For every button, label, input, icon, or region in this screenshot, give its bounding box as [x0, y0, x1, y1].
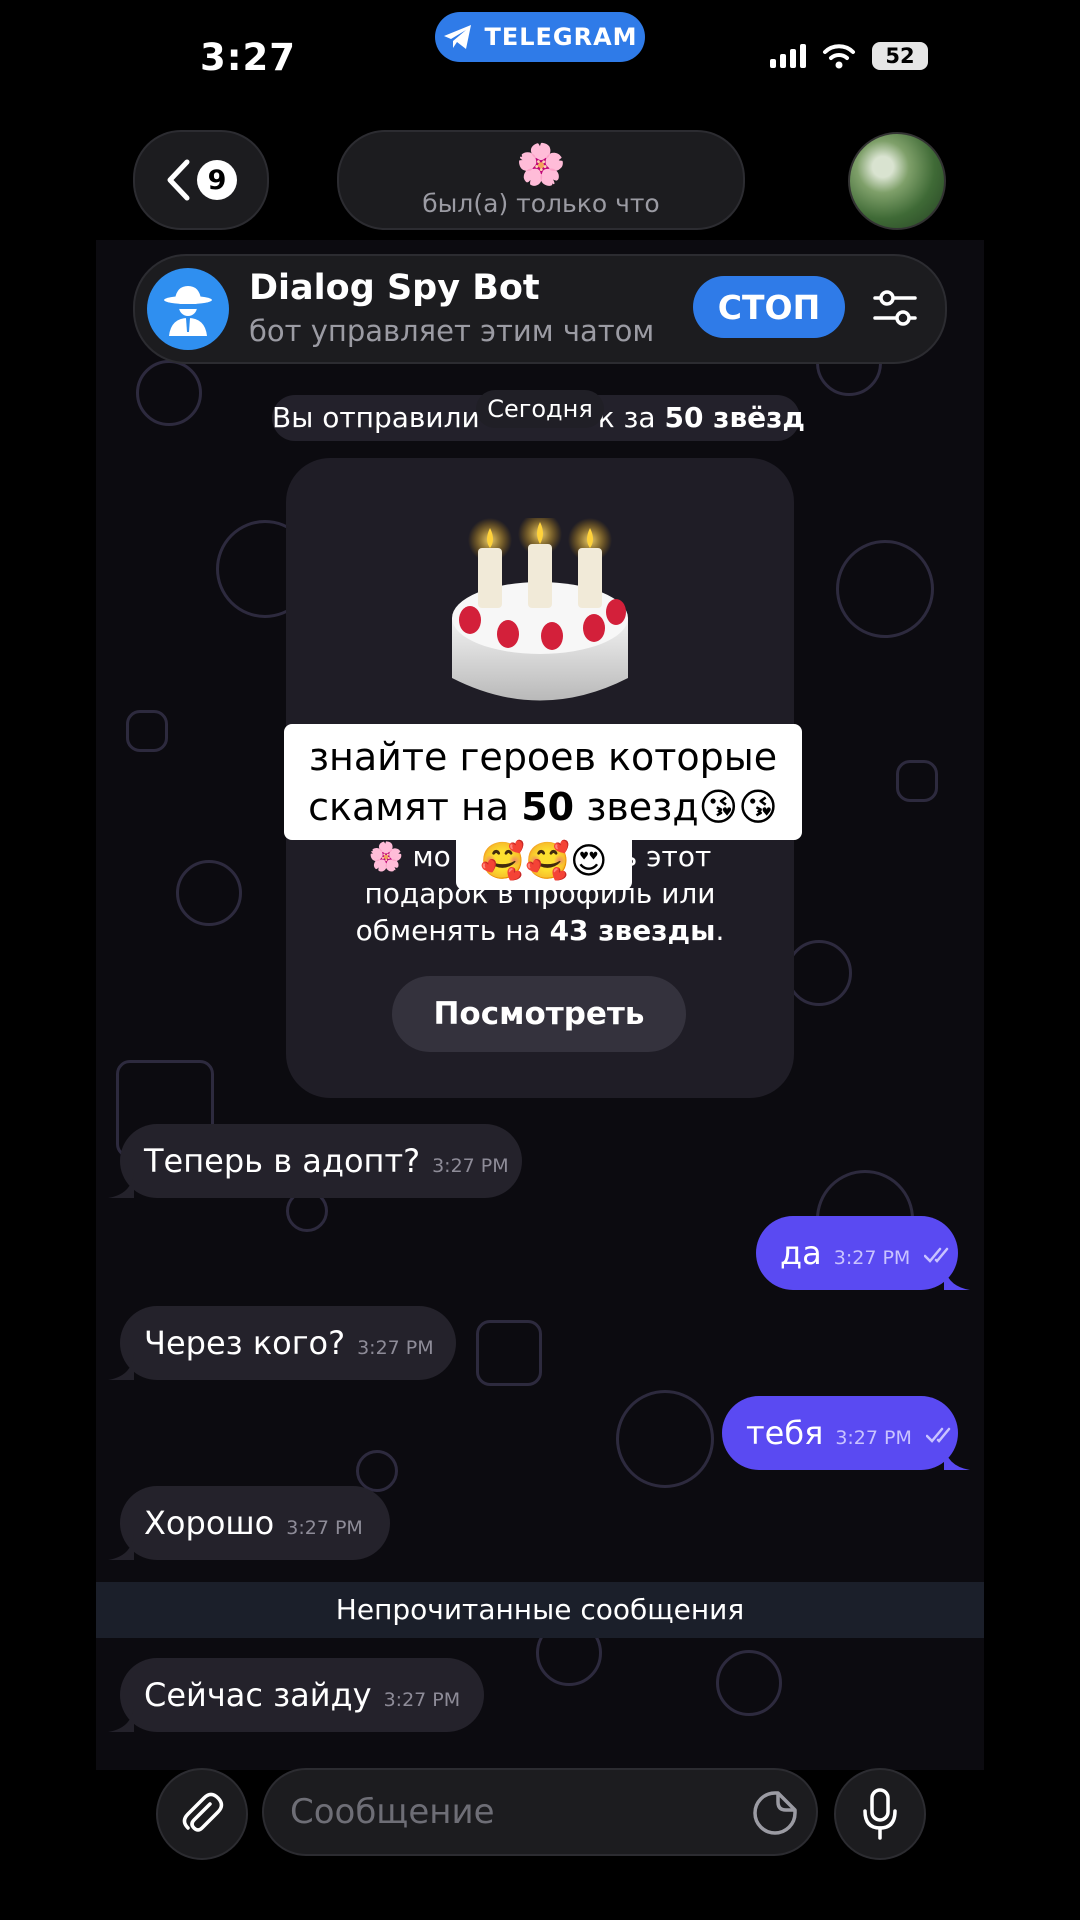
message-outgoing[interactable]: да 3:27 PM	[756, 1216, 970, 1290]
bubble-tail	[108, 1172, 134, 1198]
telegram-app-pill[interactable]: TELEGRAM	[435, 12, 645, 62]
bubble-tail	[108, 1354, 134, 1380]
service-text-part1: Вы отправили	[272, 401, 480, 434]
gift-desc-line3-suffix: .	[715, 914, 725, 947]
stop-bot-button[interactable]: СТОП	[693, 276, 845, 338]
overlay-line1: знайте героев которые	[308, 735, 778, 779]
message-text: Сейчас зайду	[144, 1676, 372, 1714]
gift-desc-part1: 🌸 мо	[368, 840, 451, 873]
message-text: тебя	[746, 1414, 824, 1452]
paperclip-icon	[182, 1792, 224, 1832]
message-time: 3:27 PM	[383, 1689, 461, 1711]
bot-spy-icon	[164, 286, 212, 336]
message-text: Через кого?	[144, 1324, 346, 1362]
back-button[interactable]: 9	[133, 130, 269, 230]
message-outgoing[interactable]: тебя 3:27 PM	[722, 1396, 970, 1470]
bubble-tail	[108, 1534, 134, 1560]
message-incoming[interactable]: Хорошо 3:27 PM	[108, 1486, 390, 1560]
overlay-line2-number: 50	[521, 785, 575, 829]
signal-icon	[770, 44, 806, 68]
message-incoming[interactable]: Сейчас зайду 3:27 PM	[108, 1658, 484, 1732]
app-pill-label: TELEGRAM	[484, 23, 638, 51]
message-time: 3:27 PM	[357, 1337, 434, 1359]
bot-name: Dialog Spy Bot	[249, 268, 540, 308]
last-seen-status: был(а) только что	[422, 188, 660, 218]
bubble-tail	[108, 1706, 134, 1732]
battery-icon: 52	[872, 42, 928, 70]
message-text: да	[780, 1234, 822, 1272]
service-text-stars: 50 звёзд	[664, 401, 806, 434]
service-text-part2: к за	[597, 401, 656, 434]
bot-control-banner: Dialog Spy Bot бот управляет этим чатом …	[133, 254, 947, 364]
cake-icon	[452, 518, 628, 701]
status-icons: 52	[770, 42, 928, 70]
message-incoming[interactable]: Теперь в адопт? 3:27 PM	[108, 1124, 522, 1198]
message-time: 3:27 PM	[835, 1427, 912, 1449]
telegram-chat-screen: 3:27 TELEGRAM 52 9 🌸 был(а) только что D…	[0, 0, 1080, 1920]
message-incoming[interactable]: Через кого? 3:27 PM	[108, 1306, 456, 1380]
overlay-line2-prefix: скамят на	[308, 785, 510, 829]
message-input[interactable]	[262, 1768, 818, 1856]
wifi-icon	[823, 44, 855, 69]
overlay-emoji-line: 🥰🥰😍	[456, 834, 632, 890]
sticker-icon[interactable]	[752, 1790, 798, 1836]
message-text: Теперь в адопт?	[144, 1142, 421, 1180]
telegram-icon	[444, 25, 472, 49]
double-check-icon	[925, 1427, 951, 1443]
bubble-tail	[944, 1264, 970, 1290]
microphone-icon	[863, 1788, 897, 1840]
filter-settings-icon[interactable]	[873, 286, 917, 330]
status-time: 3:27	[200, 36, 297, 79]
microphone-button[interactable]	[834, 1768, 926, 1860]
view-gift-button[interactable]: Посмотреть	[392, 976, 686, 1052]
bubble-tail	[944, 1444, 970, 1470]
date-chip: Сегодня	[476, 390, 604, 428]
gift-desc-part2: ь этот	[620, 840, 712, 873]
unread-count-badge: 9	[197, 160, 237, 200]
contact-avatar[interactable]	[848, 132, 946, 230]
gift-desc-stars: 43 звезды	[549, 914, 716, 947]
double-check-icon	[924, 1247, 949, 1263]
message-time: 3:27 PM	[286, 1517, 363, 1539]
overlay-line2-suffix: звезд😘😘	[586, 785, 778, 829]
unread-messages-divider: Непрочитанные сообщения	[96, 1582, 984, 1638]
chat-title-pill[interactable]: 🌸 был(а) только что	[337, 130, 745, 230]
overlay-caption: знайте героев которые скамят на 50 звезд…	[284, 724, 802, 840]
attach-button[interactable]	[156, 1768, 248, 1860]
message-time: 3:27 PM	[432, 1155, 509, 1177]
bot-avatar	[147, 268, 229, 350]
bot-subtitle: бот управляет этим чатом	[249, 314, 655, 348]
message-time: 3:27 PM	[833, 1247, 911, 1269]
chat-title-emoji: 🌸	[516, 141, 566, 188]
gift-desc-line3-prefix: обменять на	[355, 914, 541, 947]
back-chevron-icon	[167, 159, 190, 201]
message-text: Хорошо	[144, 1504, 275, 1542]
